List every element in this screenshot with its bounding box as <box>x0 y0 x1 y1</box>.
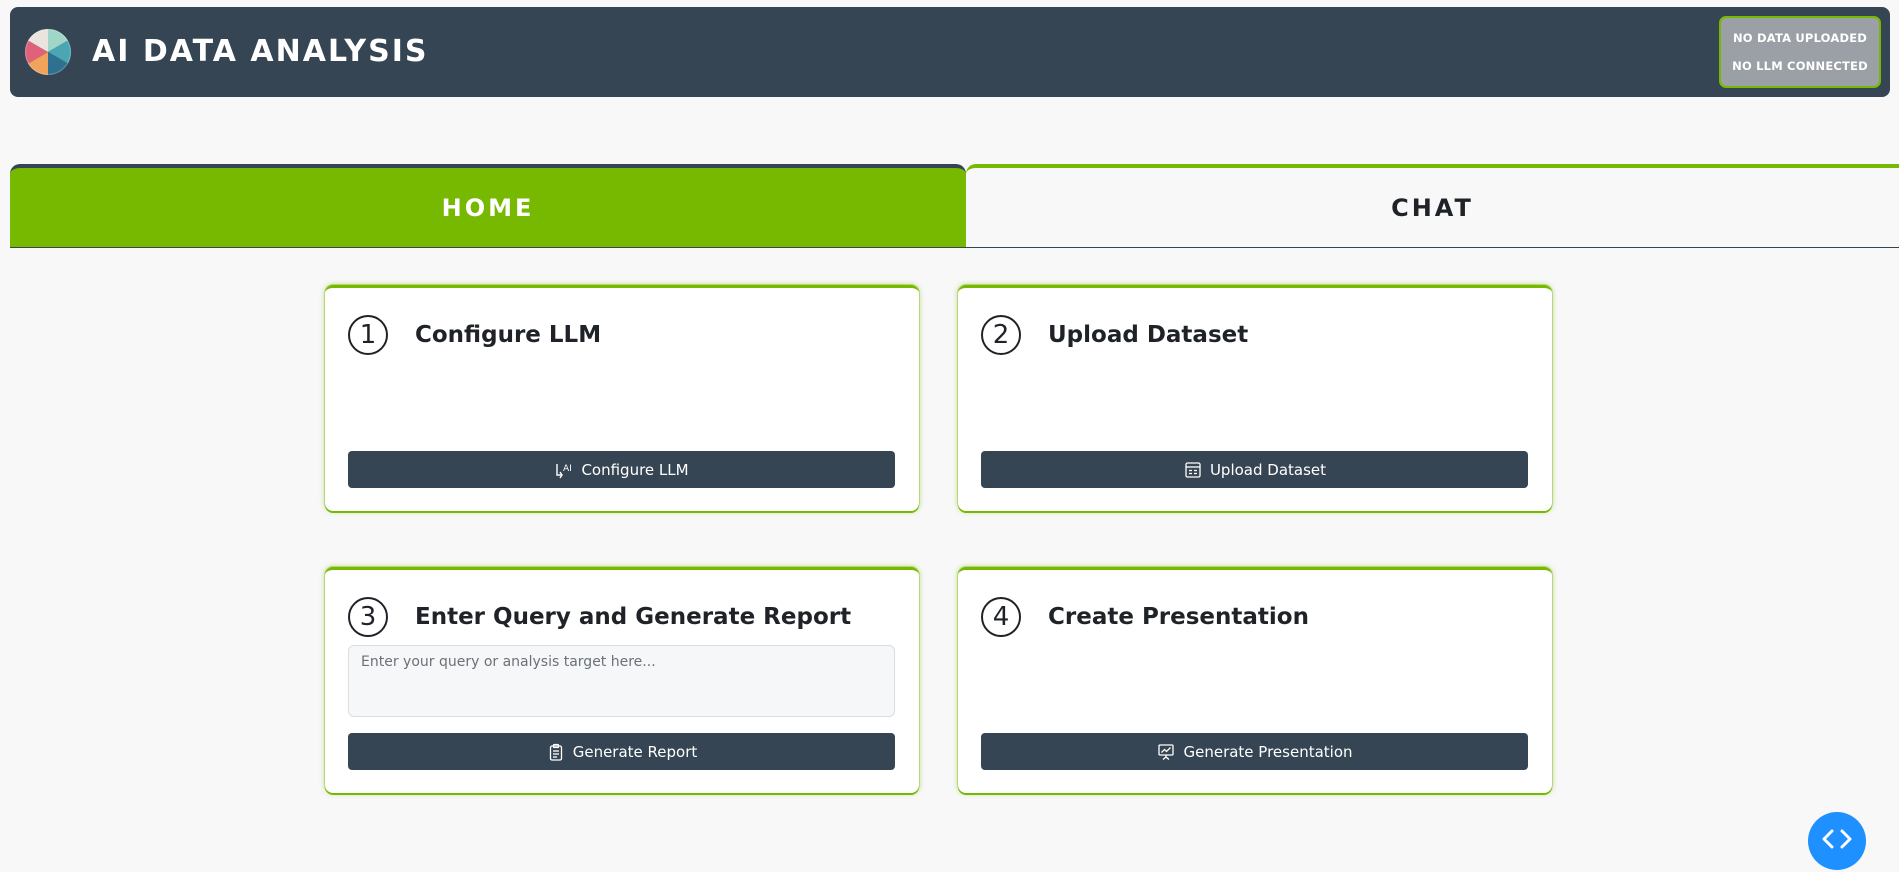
generate-presentation-button[interactable]: Generate Presentation <box>981 733 1528 770</box>
generate-report-button[interactable]: Generate Report <box>348 733 895 770</box>
card-header: 4 Create Presentation <box>981 597 1309 637</box>
pie-chart-logo-icon <box>25 29 71 75</box>
query-report-card: 3 Enter Query and Generate Report Genera… <box>325 567 919 793</box>
clipboard-icon <box>546 742 566 762</box>
card-title: Upload Dataset <box>1048 322 1249 348</box>
configure-llm-card: 1 Configure LLM AI Configure LLM <box>325 285 919 511</box>
presentation-icon <box>1156 742 1176 762</box>
code-icon <box>1821 827 1853 855</box>
card-title: Configure LLM <box>415 322 602 348</box>
tab-home-label: HOME <box>441 194 535 222</box>
tab-home[interactable]: HOME <box>10 164 966 248</box>
tab-divider <box>10 247 1899 248</box>
step-number-badge: 1 <box>348 315 388 355</box>
status-panel: NO DATA UPLOADED NO LLM CONNECTED <box>1719 16 1881 88</box>
app-title: AI DATA ANALYSIS <box>92 34 429 69</box>
tab-chat-label: CHAT <box>1391 194 1474 222</box>
upload-dataset-button-label: Upload Dataset <box>1209 460 1327 479</box>
upload-dataset-card: 2 Upload Dataset Upload Dataset <box>958 285 1552 511</box>
card-title: Create Presentation <box>1048 604 1309 630</box>
configure-llm-button-label: Configure LLM <box>581 460 689 479</box>
step-number-badge: 4 <box>981 597 1021 637</box>
tab-chat[interactable]: CHAT <box>966 164 1899 248</box>
step-number-badge: 2 <box>981 315 1021 355</box>
code-toggle-button[interactable] <box>1808 812 1866 870</box>
card-header: 1 Configure LLM <box>348 315 601 355</box>
ai-settings-icon: AI <box>554 460 574 480</box>
create-presentation-card: 4 Create Presentation Generate Presentat… <box>958 567 1552 793</box>
dataset-icon <box>1183 460 1203 480</box>
card-header: 2 Upload Dataset <box>981 315 1248 355</box>
generate-report-button-label: Generate Report <box>572 742 698 761</box>
llm-status-badge: NO LLM CONNECTED <box>1732 58 1868 73</box>
svg-text:AI: AI <box>563 464 572 474</box>
card-title: Enter Query and Generate Report <box>415 604 852 630</box>
step-number-badge: 3 <box>348 597 388 637</box>
configure-llm-button[interactable]: AI Configure LLM <box>348 451 895 488</box>
query-input[interactable] <box>348 645 895 717</box>
data-status-badge: NO DATA UPLOADED <box>1732 31 1867 46</box>
app-header: AI DATA ANALYSIS NO DATA UPLOADED NO LLM… <box>10 7 1890 97</box>
upload-dataset-button[interactable]: Upload Dataset <box>981 451 1528 488</box>
card-header: 3 Enter Query and Generate Report <box>348 597 851 637</box>
generate-presentation-button-label: Generate Presentation <box>1183 742 1353 761</box>
